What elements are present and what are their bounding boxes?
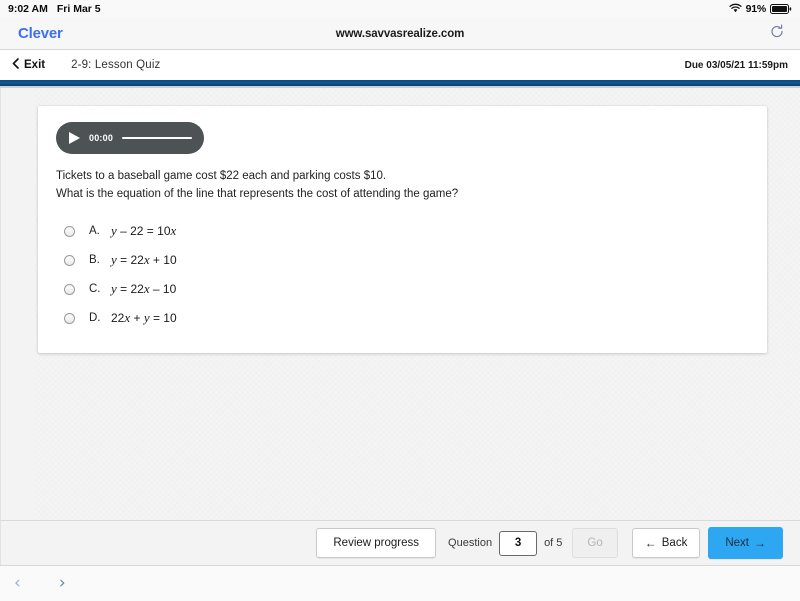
question-navigator: Question of 5 bbox=[448, 530, 563, 556]
back-label: Back bbox=[661, 537, 688, 549]
content-region: 00:00 Tickets to a baseball game cost $2… bbox=[0, 88, 800, 520]
browser-back-icon[interactable]: ‹ bbox=[14, 575, 21, 592]
wifi-icon bbox=[729, 3, 742, 16]
quiz-footer-toolbar: Review progress Question of 5 Go ← Back … bbox=[0, 520, 800, 565]
battery-percent-label: 91% bbox=[745, 3, 767, 15]
question-prompt: Tickets to a baseball game cost $22 each… bbox=[56, 168, 749, 204]
question-total-label: of 5 bbox=[544, 537, 563, 549]
option-c-mid: = 22 bbox=[116, 282, 144, 297]
arrow-right-icon: → bbox=[754, 536, 766, 550]
quiz-header: Exit 2-9: Lesson Quiz Due 03/05/21 11:59… bbox=[0, 50, 800, 80]
option-d[interactable]: D. 22x + y = 10 bbox=[56, 304, 749, 333]
next-label: Next bbox=[725, 537, 749, 549]
go-button[interactable]: Go bbox=[572, 528, 618, 558]
question-line-2: What is the equation of the line that re… bbox=[56, 187, 459, 200]
question-line-1: Tickets to a baseball game cost $22 each… bbox=[56, 170, 387, 182]
radio-button-a[interactable] bbox=[64, 225, 75, 237]
ios-status-bar: 9:02 AM Fri Mar 5 91% bbox=[0, 0, 800, 18]
audio-player[interactable]: 00:00 bbox=[56, 122, 204, 154]
browser-forward-icon[interactable]: › bbox=[59, 575, 66, 592]
radio-button-b[interactable] bbox=[64, 254, 75, 266]
next-button[interactable]: Next → bbox=[708, 527, 783, 559]
option-d-mid: + bbox=[130, 311, 144, 326]
reload-icon[interactable] bbox=[770, 24, 784, 43]
option-text-a: y – 22 = 10x bbox=[111, 223, 176, 239]
status-date: Fri Mar 5 bbox=[56, 3, 101, 15]
option-d-suffix: = 10 bbox=[149, 311, 177, 326]
quiz-content-area: 00:00 Tickets to a baseball game cost $2… bbox=[35, 88, 800, 520]
review-progress-button[interactable]: Review progress bbox=[316, 528, 437, 558]
status-time: 9:02 AM bbox=[8, 3, 48, 15]
radio-button-d[interactable] bbox=[64, 312, 75, 324]
option-b-mid: = 22 bbox=[116, 253, 144, 268]
back-button[interactable]: ← Back bbox=[631, 528, 701, 558]
option-b[interactable]: B. y = 22x + 10 bbox=[56, 246, 749, 275]
left-gutter bbox=[1, 88, 35, 520]
answer-options: A. y – 22 = 10x B. y = 22x + 10 C. y = 2… bbox=[56, 217, 749, 333]
play-icon[interactable] bbox=[69, 132, 80, 144]
question-card: 00:00 Tickets to a baseball game cost $2… bbox=[38, 106, 767, 353]
browser-toolbar: Clever www.savvasrealize.com bbox=[0, 18, 800, 50]
status-bar-left: 9:02 AM Fri Mar 5 bbox=[8, 3, 101, 15]
option-a[interactable]: A. y – 22 = 10x bbox=[56, 217, 749, 246]
status-bar-right: 91% bbox=[729, 3, 792, 16]
option-d-prefix: 22 bbox=[111, 311, 125, 326]
option-text-b: y = 22x + 10 bbox=[111, 252, 177, 268]
option-a-mid: – 22 = 10 bbox=[116, 224, 171, 239]
option-letter-a: A. bbox=[89, 225, 100, 238]
quiz-title: 2-9: Lesson Quiz bbox=[71, 59, 161, 71]
option-text-c: y = 22x – 10 bbox=[111, 281, 176, 297]
url-display[interactable]: www.savvasrealize.com bbox=[336, 28, 465, 40]
option-letter-b: B. bbox=[89, 254, 100, 267]
option-text-d: 22x + y = 10 bbox=[111, 310, 177, 326]
question-label: Question bbox=[448, 537, 493, 549]
option-b-suffix: + 10 bbox=[149, 253, 177, 268]
chevron-left-icon bbox=[12, 58, 19, 72]
clever-logo[interactable]: Clever bbox=[18, 25, 63, 42]
option-c[interactable]: C. y = 22x – 10 bbox=[56, 275, 749, 304]
audio-time-label: 00:00 bbox=[89, 133, 114, 143]
due-date-label: Due 03/05/21 11:59pm bbox=[684, 59, 788, 71]
exit-label: Exit bbox=[24, 59, 46, 71]
option-c-suffix: – 10 bbox=[149, 282, 177, 297]
radio-button-c[interactable] bbox=[64, 283, 75, 295]
option-a-var2: x bbox=[170, 223, 177, 239]
battery-icon bbox=[770, 4, 792, 14]
exit-button[interactable]: Exit bbox=[12, 58, 45, 72]
option-letter-c: C. bbox=[89, 283, 101, 296]
browser-bottom-nav: ‹ › bbox=[0, 565, 800, 601]
arrow-left-icon: ← bbox=[644, 536, 657, 550]
audio-progress-track[interactable] bbox=[122, 137, 192, 139]
option-letter-d: D. bbox=[89, 312, 101, 325]
question-number-input[interactable] bbox=[499, 530, 538, 556]
